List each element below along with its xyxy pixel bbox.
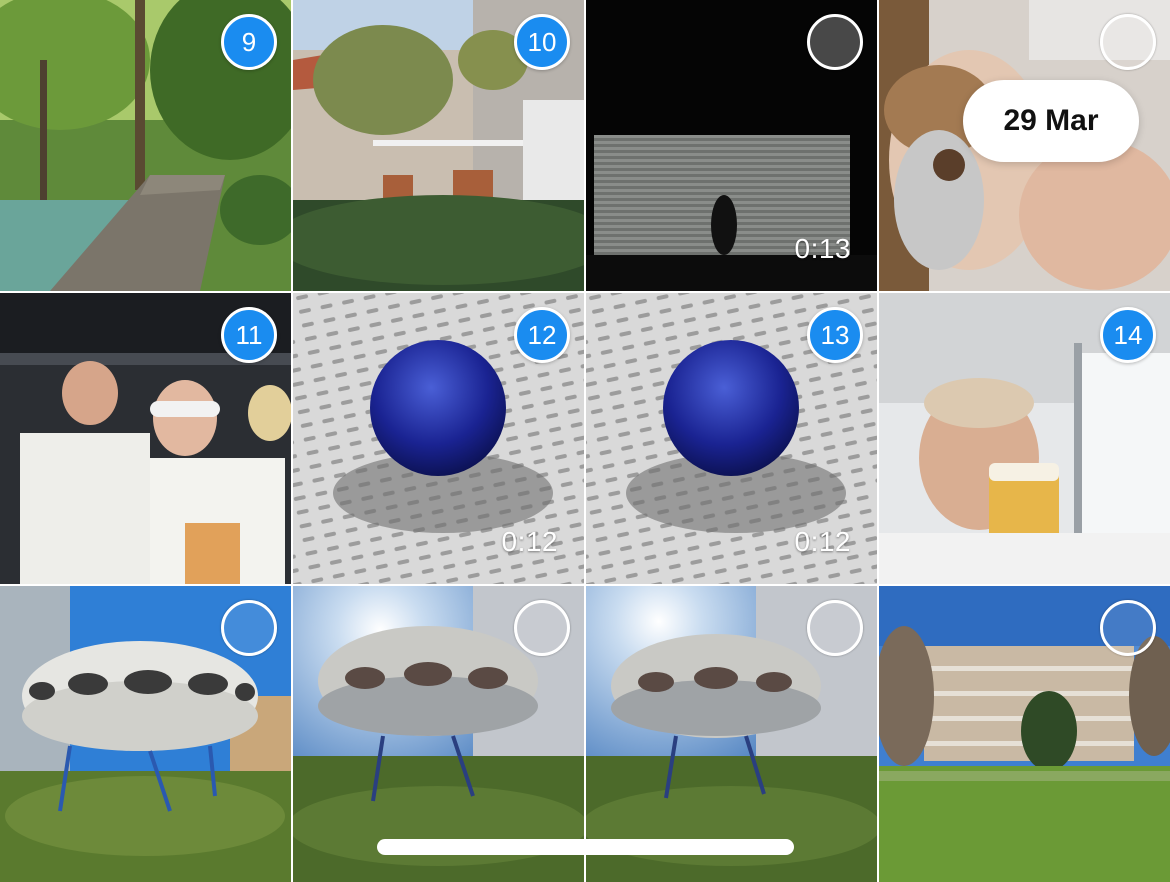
selection-badge[interactable]: 12 (514, 307, 570, 363)
photo-thumbnail[interactable]: 13 0:12 (586, 293, 877, 584)
selection-badge[interactable]: 11 (221, 307, 277, 363)
video-duration: 0:12 (794, 526, 851, 557)
photo-thumbnail[interactable]: 9 (0, 0, 291, 291)
selection-badge[interactable]: 10 (514, 14, 570, 70)
selection-badge[interactable] (221, 600, 277, 656)
selection-badge[interactable]: 9 (221, 14, 277, 70)
selection-badge[interactable] (1100, 14, 1156, 70)
video-duration: 0:13 (794, 233, 851, 264)
photo-thumbnail[interactable]: 11 (0, 293, 291, 584)
photo-thumbnail[interactable] (0, 586, 291, 882)
photo-thumbnail[interactable]: 14 (879, 293, 1170, 584)
selection-badge[interactable] (807, 14, 863, 70)
selection-badge[interactable] (1100, 600, 1156, 656)
photo-thumbnail[interactable] (879, 586, 1170, 882)
photo-thumbnail[interactable]: 10 (293, 0, 584, 291)
photo-thumbnail[interactable] (586, 586, 877, 882)
selection-badge[interactable] (807, 600, 863, 656)
date-scrubber-label: 29 Mar (963, 80, 1139, 162)
selection-badge[interactable]: 14 (1100, 307, 1156, 363)
selection-badge[interactable] (514, 600, 570, 656)
photo-thumbnail[interactable]: 0:13 (586, 0, 877, 291)
selection-badge[interactable]: 13 (807, 307, 863, 363)
home-indicator[interactable] (377, 839, 794, 855)
video-duration: 0:12 (501, 526, 558, 557)
photo-thumbnail[interactable]: 12 0:12 (293, 293, 584, 584)
photo-thumbnail[interactable] (293, 586, 584, 882)
